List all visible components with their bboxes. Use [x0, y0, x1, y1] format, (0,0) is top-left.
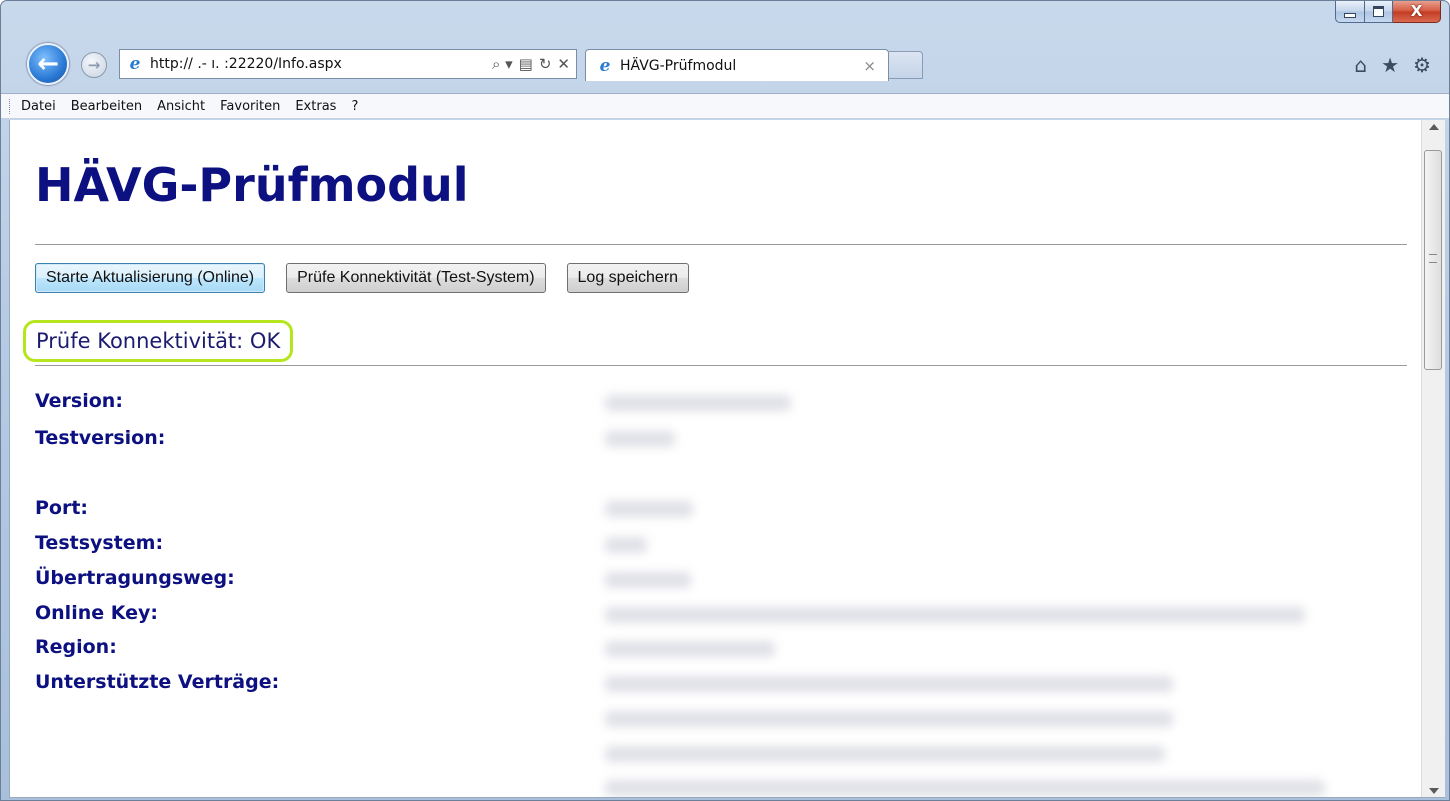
label-region: Region:	[35, 636, 117, 658]
check-connectivity-button[interactable]: Prüfe Konnektivität (Test-System)	[286, 263, 546, 293]
scroll-grip-icon	[1429, 254, 1437, 263]
maximize-button[interactable]	[1365, 1, 1393, 23]
back-arrow-icon: ←	[37, 49, 59, 79]
browser-tab[interactable]: e HÄVG-Prüfmodul ×	[585, 49, 889, 81]
save-log-button[interactable]: Log speichern	[566, 263, 690, 293]
forward-button[interactable]: →	[81, 52, 107, 78]
menu-item-help[interactable]: ?	[351, 99, 358, 114]
scroll-down-arrow-icon[interactable]	[1429, 788, 1439, 794]
menu-grip	[9, 99, 12, 114]
page-viewport: HÄVG-Prüfmodul Starte Aktualisierung (On…	[9, 120, 1445, 798]
stop-icon[interactable]: ✕	[557, 55, 570, 73]
menu-item-extras[interactable]: Extras	[295, 99, 336, 114]
search-icon[interactable]: ⌕ ▾	[492, 55, 513, 73]
back-button[interactable]: ←	[27, 43, 69, 85]
tab-close-icon[interactable]: ×	[863, 57, 876, 75]
gear-icon[interactable]: ⚙	[1413, 53, 1431, 77]
minimize-icon	[1344, 13, 1356, 18]
label-testsystem: Testsystem:	[35, 532, 164, 554]
ie-page-icon: e	[129, 54, 141, 74]
browser-toolbar-icons: ⌂ ★ ⚙	[1354, 53, 1431, 77]
redacted-value-online-key	[605, 607, 1305, 623]
browser-window: X ← → e http:// .- ı. :22220/Info.aspx ⌕…	[0, 0, 1450, 801]
menu-item-favoriten[interactable]: Favoriten	[220, 99, 280, 114]
status-highlight: Prüfe Konnektivität: OK	[23, 320, 294, 362]
navigation-bar: ← → e http:// .- ı. :22220/Info.aspx ⌕ ▾…	[1, 41, 1449, 89]
menu-item-bearbeiten[interactable]: Bearbeiten	[71, 99, 142, 114]
compatibility-view-icon[interactable]: ▤	[519, 55, 533, 73]
divider-bottom	[35, 365, 1407, 366]
label-contracts: Unterstützte Verträge:	[35, 671, 280, 693]
label-transfer: Übertragungsweg:	[35, 567, 235, 589]
maximize-icon	[1373, 6, 1384, 17]
address-url[interactable]: http:// .- ı. :22220/Info.aspx	[150, 56, 470, 72]
ie-tab-icon: e	[599, 55, 611, 76]
page-content: HÄVG-Prüfmodul Starte Aktualisierung (On…	[10, 120, 1420, 797]
divider-top	[35, 244, 1407, 245]
redacted-value-port	[605, 501, 693, 517]
page-title: HÄVG-Prüfmodul	[35, 158, 469, 212]
tab-title: HÄVG-Prüfmodul	[620, 57, 737, 74]
redacted-contract-1	[605, 676, 1173, 692]
address-bar[interactable]: e http:// .- ı. :22220/Info.aspx ⌕ ▾ ▤ ↻…	[119, 49, 577, 79]
menu-bar: Datei Bearbeiten Ansicht Favoriten Extra…	[1, 93, 1449, 119]
redacted-value-region	[605, 641, 775, 657]
redacted-value-testversion	[605, 431, 675, 447]
new-tab-button[interactable]	[889, 51, 923, 79]
redacted-contract-4	[605, 780, 1325, 796]
close-button[interactable]: X	[1393, 1, 1441, 23]
favorites-star-icon[interactable]: ★	[1381, 53, 1399, 77]
vertical-scrollbar[interactable]	[1421, 120, 1445, 797]
home-icon[interactable]: ⌂	[1354, 53, 1367, 77]
label-online-key: Online Key:	[35, 602, 158, 624]
redacted-value-version	[605, 395, 791, 411]
menu-item-ansicht[interactable]: Ansicht	[157, 99, 205, 114]
menu-item-datei[interactable]: Datei	[21, 99, 56, 114]
redacted-value-testsystem	[605, 537, 647, 553]
label-testversion: Testversion:	[35, 427, 166, 449]
redacted-contract-2	[605, 711, 1173, 727]
label-version: Version:	[35, 390, 123, 412]
forward-arrow-icon: →	[87, 56, 101, 74]
scroll-thumb[interactable]	[1424, 150, 1442, 370]
start-update-button[interactable]: Starte Aktualisierung (Online)	[35, 263, 266, 293]
window-caption-buttons: X	[1335, 1, 1441, 23]
redacted-value-transfer	[605, 572, 691, 588]
action-buttons: Starte Aktualisierung (Online) Prüfe Kon…	[35, 263, 710, 293]
connectivity-status: Prüfe Konnektivität: OK	[36, 329, 281, 353]
redacted-contract-3	[605, 746, 1165, 762]
minimize-button[interactable]	[1335, 1, 1365, 23]
close-icon: X	[1410, 2, 1423, 20]
refresh-icon[interactable]: ↻	[539, 55, 552, 73]
label-port: Port:	[35, 497, 89, 519]
scroll-up-arrow-icon[interactable]	[1429, 124, 1439, 130]
address-tools: ⌕ ▾ ▤ ↻ ✕	[492, 55, 570, 73]
